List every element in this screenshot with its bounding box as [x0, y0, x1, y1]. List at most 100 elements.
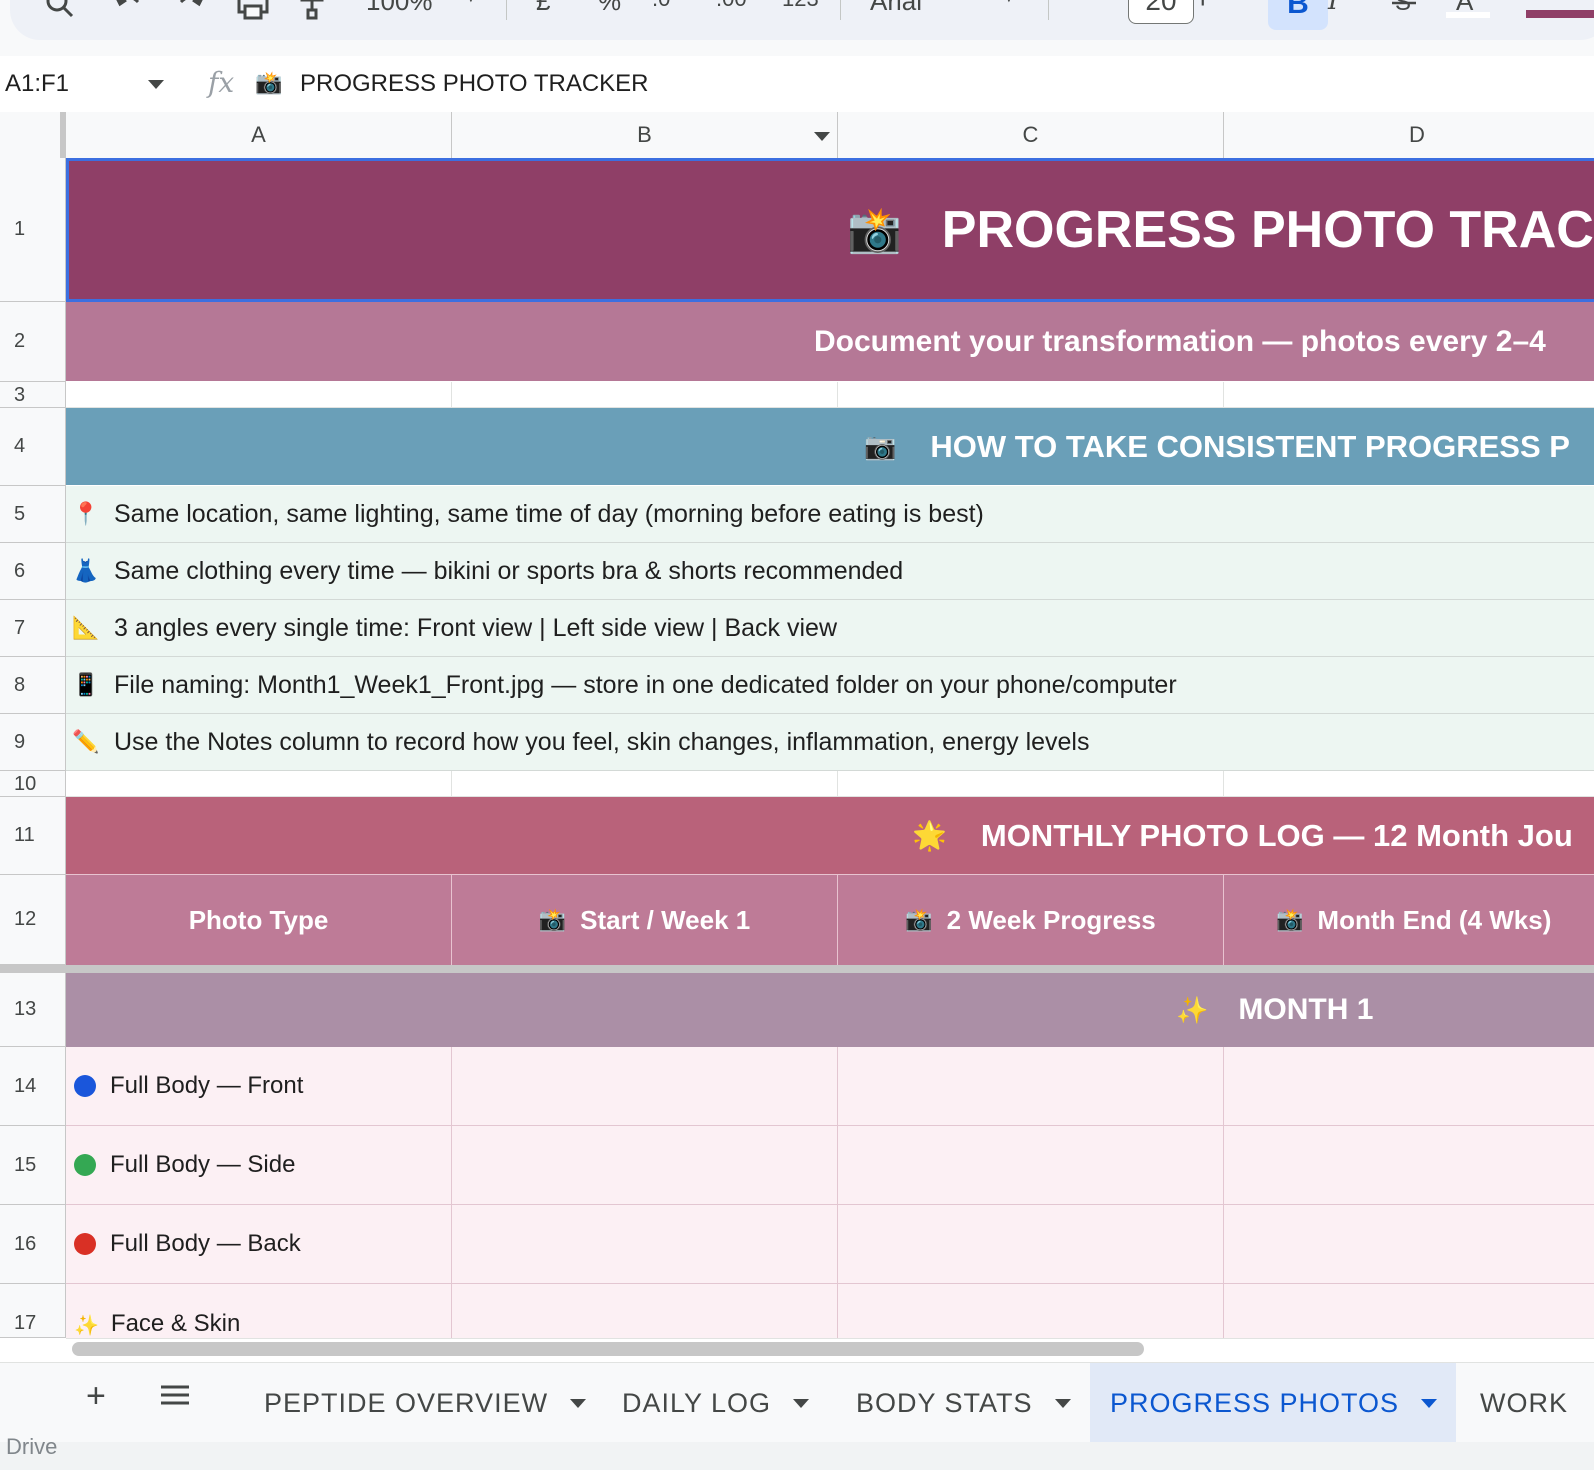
photo-cell[interactable] — [452, 1047, 838, 1126]
row-number[interactable]: 14 — [0, 1047, 66, 1126]
row-number[interactable]: 4 — [0, 408, 66, 486]
horizontal-scrollbar-thumb[interactable] — [72, 1342, 1144, 1356]
font-family-select[interactable]: Arial — [870, 0, 922, 17]
header-photo-type[interactable]: Photo Type — [66, 875, 452, 965]
chevron-down-icon[interactable] — [1054, 1398, 1071, 1408]
grid-cell[interactable] — [1224, 382, 1594, 408]
photo-cell[interactable] — [838, 1047, 1224, 1126]
row-number[interactable]: 9 — [0, 714, 66, 771]
number-format-button[interactable]: 123 — [782, 0, 819, 12]
sheet-tab-progress-photos[interactable]: PROGRESS PHOTOS — [1090, 1363, 1456, 1443]
photo-cell[interactable] — [452, 1284, 838, 1338]
tip-cell[interactable]: ✏️ Use the Notes column to record how yo… — [66, 714, 1594, 771]
all-sheets-menu-icon[interactable] — [160, 1381, 190, 1417]
empty-row[interactable] — [66, 771, 1594, 797]
add-sheet-icon[interactable]: + — [86, 1377, 106, 1416]
sheet-tab-body-stats[interactable]: BODY STATS — [836, 1363, 1091, 1443]
row-number[interactable]: 10 — [0, 771, 66, 797]
row-number[interactable]: 6 — [0, 543, 66, 600]
name-box[interactable]: A1:F1 — [5, 70, 69, 98]
column-header-c[interactable]: C — [838, 112, 1224, 158]
search-icon[interactable] — [44, 0, 76, 20]
tip-cell[interactable]: 📍 Same location, same lighting, same tim… — [66, 486, 1594, 543]
subtitle-cell[interactable]: Document your transformation — photos ev… — [66, 302, 1594, 382]
tip-cell[interactable]: 📱 File naming: Month1_Week1_Front.jpg — … — [66, 657, 1594, 714]
column-header-a[interactable]: A — [66, 112, 452, 158]
grid-cell[interactable] — [838, 771, 1224, 797]
row-number[interactable]: 13 — [0, 973, 66, 1047]
photo-cell[interactable] — [452, 1126, 838, 1205]
zoom-select[interactable]: 100% — [366, 0, 433, 17]
row-number[interactable]: 1 — [0, 158, 66, 302]
row-number[interactable]: 5 — [0, 486, 66, 543]
photo-cell[interactable] — [1224, 1205, 1594, 1284]
photo-cell[interactable] — [1224, 1047, 1594, 1126]
row-number[interactable]: 16 — [0, 1205, 66, 1284]
header-start-week-1[interactable]: 📸 Start / Week 1 — [452, 875, 838, 965]
photo-type-cell[interactable]: Full Body — Side — [66, 1126, 452, 1205]
increase-font-size-icon[interactable]: + — [1194, 0, 1212, 16]
undo-icon[interactable] — [112, 0, 144, 20]
row-number[interactable]: 3 — [0, 382, 66, 408]
font-size-input[interactable]: 20 — [1128, 0, 1194, 24]
increase-decimal-button[interactable]: .00 — [716, 0, 747, 12]
sheet-tab-daily-log[interactable]: DAILY LOG — [602, 1363, 829, 1443]
print-icon[interactable] — [236, 0, 270, 20]
month-heading-cell[interactable]: ✨ MONTH 1 — [66, 973, 1594, 1047]
photo-cell[interactable] — [1224, 1126, 1594, 1205]
photo-cell[interactable] — [838, 1205, 1224, 1284]
redo-icon[interactable] — [175, 0, 207, 20]
photo-type-cell[interactable]: ✨ Face & Skin — [66, 1284, 452, 1338]
photo-cell[interactable] — [838, 1284, 1224, 1338]
chevron-down-icon[interactable] — [793, 1398, 810, 1408]
howto-heading-cell[interactable]: 📷 HOW TO TAKE CONSISTENT PROGRESS P — [66, 408, 1594, 486]
fill-color-swatch[interactable] — [1526, 10, 1594, 18]
row-number[interactable]: 8 — [0, 657, 66, 714]
strikethrough-icon[interactable]: S — [1390, 0, 1418, 16]
photo-cell[interactable] — [452, 1205, 838, 1284]
sheet-tab-work[interactable]: WORK — [1460, 1363, 1588, 1443]
currency-format-button[interactable]: £ — [536, 0, 550, 17]
chevron-down-icon[interactable] — [570, 1398, 587, 1408]
column-header-b[interactable]: B — [452, 112, 838, 158]
row-number[interactable]: 7 — [0, 600, 66, 657]
sheet-tab-peptide-overview[interactable]: PEPTIDE OVERVIEW — [244, 1363, 606, 1443]
empty-row[interactable] — [66, 382, 1594, 408]
grid-cell[interactable] — [66, 382, 452, 408]
font-chevron-down-icon[interactable]: ▼ — [1000, 0, 1018, 7]
decrease-decimal-button[interactable]: .0 — [652, 0, 670, 12]
italic-button[interactable]: I — [1328, 0, 1338, 16]
grid-cell[interactable] — [1224, 771, 1594, 797]
tip-cell[interactable]: 👗 Same clothing every time — bikini or s… — [66, 543, 1594, 600]
photo-cell[interactable] — [1224, 1284, 1594, 1338]
chevron-down-icon[interactable] — [1421, 1398, 1438, 1408]
grid-cell[interactable] — [838, 382, 1224, 408]
grid-cell[interactable] — [66, 771, 452, 797]
photo-cell[interactable] — [838, 1126, 1224, 1205]
zoom-chevron-down-icon[interactable]: ▼ — [462, 0, 480, 7]
photo-type-cell[interactable]: Full Body — Front — [66, 1047, 452, 1126]
row-number[interactable]: 17 — [0, 1284, 66, 1338]
header-2-week-progress[interactable]: 📸 2 Week Progress — [838, 875, 1224, 965]
row-number[interactable]: 15 — [0, 1126, 66, 1205]
select-all-corner[interactable] — [0, 112, 66, 158]
grid-cell[interactable] — [452, 771, 838, 797]
column-header-d[interactable]: D — [1224, 112, 1594, 158]
row-number[interactable]: 11 — [0, 797, 66, 875]
header-month-end[interactable]: 📸 Month End (4 Wks) — [1224, 875, 1594, 965]
bold-button[interactable]: B — [1268, 0, 1328, 30]
tip-cell[interactable]: 📐 3 angles every single time: Front view… — [66, 600, 1594, 657]
name-box-chevron-down-icon[interactable] — [148, 80, 164, 89]
photo-type-cell[interactable]: Full Body — Back — [66, 1205, 452, 1284]
freeze-divider[interactable] — [0, 965, 1594, 973]
column-b-chevron-down-icon[interactable] — [814, 132, 830, 141]
row-number[interactable]: 12 — [0, 875, 66, 965]
paint-format-icon[interactable] — [298, 0, 328, 20]
grid-cell[interactable] — [452, 382, 838, 408]
title-cell[interactable]: 📸 PROGRESS PHOTO TRAC — [66, 158, 1594, 302]
formula-input[interactable]: PROGRESS PHOTO TRACKER — [300, 70, 649, 98]
log-heading-cell[interactable]: 🌟 MONTHLY PHOTO LOG — 12 Month Jou — [66, 797, 1594, 875]
percent-format-button[interactable]: % — [598, 0, 621, 17]
decrease-font-size-icon[interactable]: − — [1066, 0, 1084, 16]
row-number[interactable]: 2 — [0, 302, 66, 382]
